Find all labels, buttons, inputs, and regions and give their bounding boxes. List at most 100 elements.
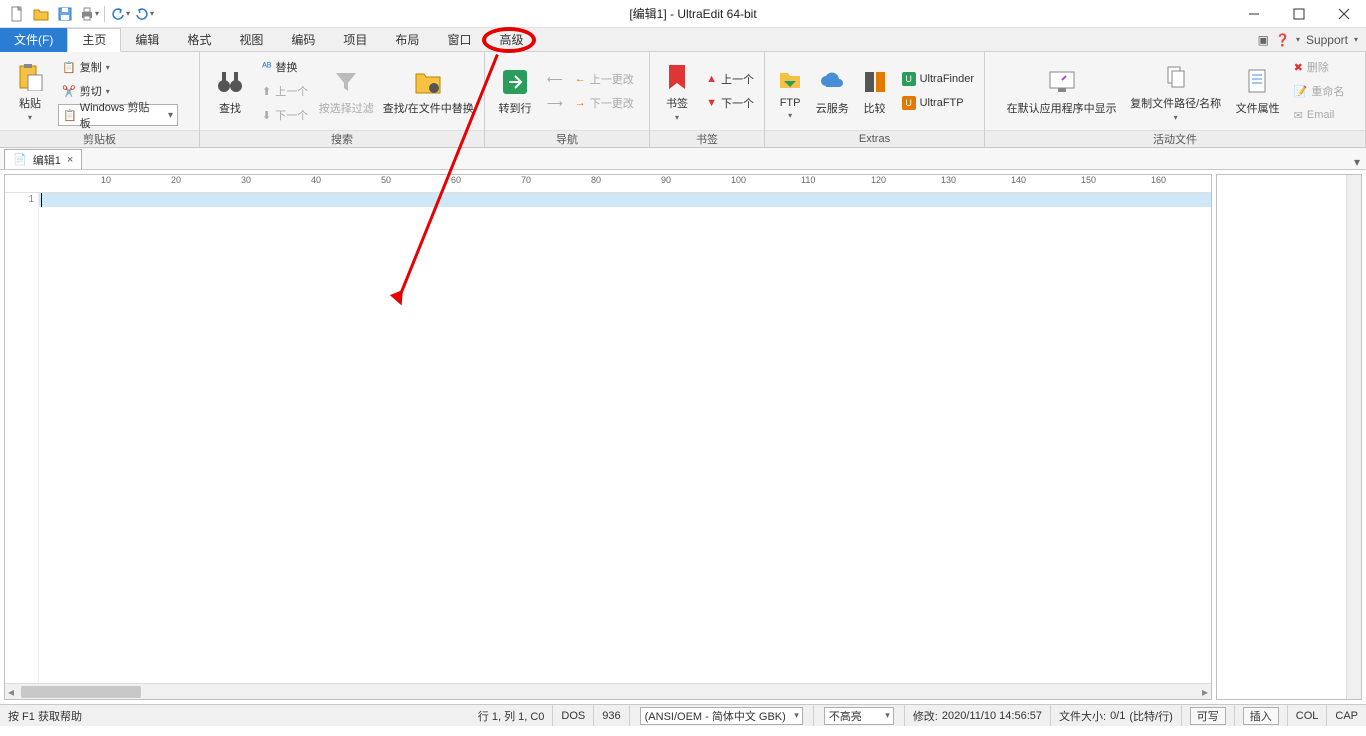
close-button[interactable] (1321, 0, 1366, 28)
compare-button[interactable]: 比较 (855, 56, 893, 126)
filter-button[interactable]: 按选择过滤 (316, 56, 376, 126)
menu-tab-项目[interactable]: 项目 (329, 28, 381, 52)
side-panel (1216, 174, 1362, 700)
goto-line-button[interactable]: 转到行 (491, 56, 539, 126)
ribbon: 粘贴 ▾ 📋复制 ▾ ✂️剪切 ▾ 📋Windows 剪贴板 剪贴板 查找 ᴬᴮ… (0, 52, 1366, 148)
nav-fwd-button[interactable]: ⟶ (543, 92, 567, 114)
ruler-tick: 140 (1011, 175, 1026, 192)
delete-icon: ✖ (1294, 61, 1303, 74)
nav-back-button[interactable]: ⟵ (543, 68, 567, 90)
collapse-ribbon-icon[interactable]: ▣ (1258, 33, 1269, 47)
close-tab-button[interactable]: × (67, 154, 73, 166)
side-scrollbar-thumb[interactable] (1348, 177, 1360, 197)
window-controls (1231, 0, 1366, 28)
ribbon-group-clipboard: 粘贴 ▾ 📋复制 ▾ ✂️剪切 ▾ 📋Windows 剪贴板 剪贴板 (0, 52, 200, 147)
ultraftp-icon: U (902, 96, 916, 110)
bookmark-button[interactable]: 书签 ▾ (656, 56, 698, 126)
ribbon-group-extras: FTP ▾ 云服务 比较 UUltraFinder UUltraFTP Extr… (765, 52, 985, 147)
ftp-button[interactable]: FTP ▾ (771, 56, 809, 126)
menu-tab-编辑[interactable]: 编辑 (121, 28, 173, 52)
ribbon-group-bookmark: 书签 ▾ ▲上一个 ▼下一个 书签 (650, 52, 765, 147)
ruler-tick: 120 (871, 175, 886, 192)
ftp-icon (774, 63, 806, 95)
copy-button[interactable]: 📋复制 ▾ (58, 56, 178, 78)
open-default-button[interactable]: 在默认应用程序中显示 (1002, 56, 1122, 126)
new-file-button[interactable] (6, 3, 28, 25)
bookmark-prev-button[interactable]: ▲上一个 (702, 68, 758, 90)
menu-tab-主页[interactable]: 主页 (67, 28, 121, 52)
ultrafinder-icon: U (902, 72, 916, 86)
menu-tab-布局[interactable]: 布局 (381, 28, 433, 52)
bookmark-next-button[interactable]: ▼下一个 (702, 92, 758, 114)
status-readwrite[interactable]: 可写 (1182, 705, 1235, 726)
cut-icon: ✂️ (62, 85, 76, 98)
clipboard-combo[interactable]: 📋Windows 剪贴板 (58, 104, 178, 126)
undo-button[interactable]: ▾ (109, 3, 131, 25)
menu-tab-窗口[interactable]: 窗口 (433, 28, 485, 52)
prev-change-button[interactable]: ←上一更改 (571, 68, 638, 90)
find-button[interactable]: 查找 (206, 56, 254, 126)
tab-overflow-button[interactable]: ▾ (1348, 155, 1366, 169)
file-props-button[interactable]: 文件属性 (1230, 56, 1286, 126)
save-button[interactable] (54, 3, 76, 25)
text-caret (41, 193, 42, 207)
replace-icon: ᴬᴮ (262, 61, 272, 73)
status-modified: 修改: 2020/11/10 14:56:57 (905, 705, 1051, 726)
copy-path-icon (1160, 61, 1192, 93)
find-in-files-label: 查找/在文件中替换 (383, 100, 474, 116)
support-link[interactable]: Support (1306, 33, 1348, 47)
document-tab[interactable]: 📄 编辑1 × (4, 149, 82, 169)
status-col[interactable]: COL (1288, 705, 1328, 726)
status-insert[interactable]: 插入 (1235, 705, 1288, 726)
rename-file-button[interactable]: 📝重命名 (1290, 80, 1349, 102)
ruler-tick: 30 (241, 175, 251, 192)
status-highlight-cell: 不高亮 (814, 705, 905, 726)
ultrafinder-button[interactable]: UUltraFinder (898, 68, 978, 90)
horizontal-scrollbar[interactable]: ◂▸ (5, 683, 1211, 699)
highlight-dropdown[interactable]: 不高亮 (824, 707, 894, 725)
circle-right-icon: ⟶ (547, 97, 563, 110)
find-in-files-button[interactable]: 查找/在文件中替换 (380, 56, 476, 126)
status-encoding-cell: (ANSI/OEM - 简体中文 GBK) (630, 705, 814, 726)
redo-button[interactable]: ▾ (133, 3, 155, 25)
encoding-dropdown[interactable]: (ANSI/OEM - 简体中文 GBK) (640, 707, 803, 725)
replace-button[interactable]: ᴬᴮ替换 (258, 56, 312, 78)
find-next-button[interactable]: ⬇下一个 (258, 104, 312, 126)
menu-file[interactable]: 文件(F) (0, 28, 67, 52)
ruler-tick: 20 (171, 175, 181, 192)
text-editor[interactable] (39, 193, 1211, 683)
next-change-button[interactable]: →下一更改 (571, 92, 638, 114)
menu-tabs: 文件(F) 主页编辑格式视图编码项目布局窗口高级 ▣ ❓ ▾ Support ▾ (0, 28, 1366, 52)
help-icon[interactable]: ❓ (1275, 33, 1290, 47)
paste-button[interactable]: 粘贴 ▾ (6, 56, 54, 126)
quick-access-toolbar: ▾ ▾ ▾ (0, 3, 155, 25)
ultraftp-button[interactable]: UUltraFTP (898, 92, 978, 114)
menu-tab-高级[interactable]: 高级 (485, 28, 537, 52)
editor-main: 102030405060708090100110120130140150160 … (4, 174, 1212, 700)
print-button[interactable]: ▾ (78, 3, 100, 25)
file-props-label: 文件属性 (1236, 100, 1280, 116)
window-title: [编辑1] - UltraEdit 64-bit (155, 5, 1231, 22)
cloud-label: 云服务 (816, 100, 849, 116)
status-position: 行 1, 列 1, C0 (470, 705, 554, 726)
minimize-button[interactable] (1231, 0, 1276, 28)
scrollbar-thumb[interactable] (21, 686, 141, 698)
menu-tab-格式[interactable]: 格式 (173, 28, 225, 52)
cloud-button[interactable]: 云服务 (813, 56, 851, 126)
find-prev-button[interactable]: ⬆上一个 (258, 80, 312, 102)
open-file-button[interactable] (30, 3, 52, 25)
status-bar: 按 F1 获取帮助 行 1, 列 1, C0 DOS 936 (ANSI/OEM… (0, 704, 1366, 726)
status-cap[interactable]: CAP (1327, 705, 1366, 726)
menu-tab-编码[interactable]: 编码 (277, 28, 329, 52)
copy-path-label: 复制文件路径/名称 (1130, 95, 1221, 111)
ruler-tick: 70 (521, 175, 531, 192)
maximize-button[interactable] (1276, 0, 1321, 28)
status-line-ending[interactable]: DOS (553, 705, 594, 726)
delete-file-button[interactable]: ✖删除 (1290, 56, 1349, 78)
status-filesize: 文件大小: 0/1 (比特/行) (1051, 705, 1182, 726)
copy-path-button[interactable]: 复制文件路径/名称 ▾ (1126, 56, 1226, 126)
menu-tab-视图[interactable]: 视图 (225, 28, 277, 52)
email-file-button[interactable]: ✉Email (1290, 104, 1349, 126)
cloud-icon (816, 66, 848, 98)
clipboard-group-title: 剪贴板 (0, 130, 199, 147)
